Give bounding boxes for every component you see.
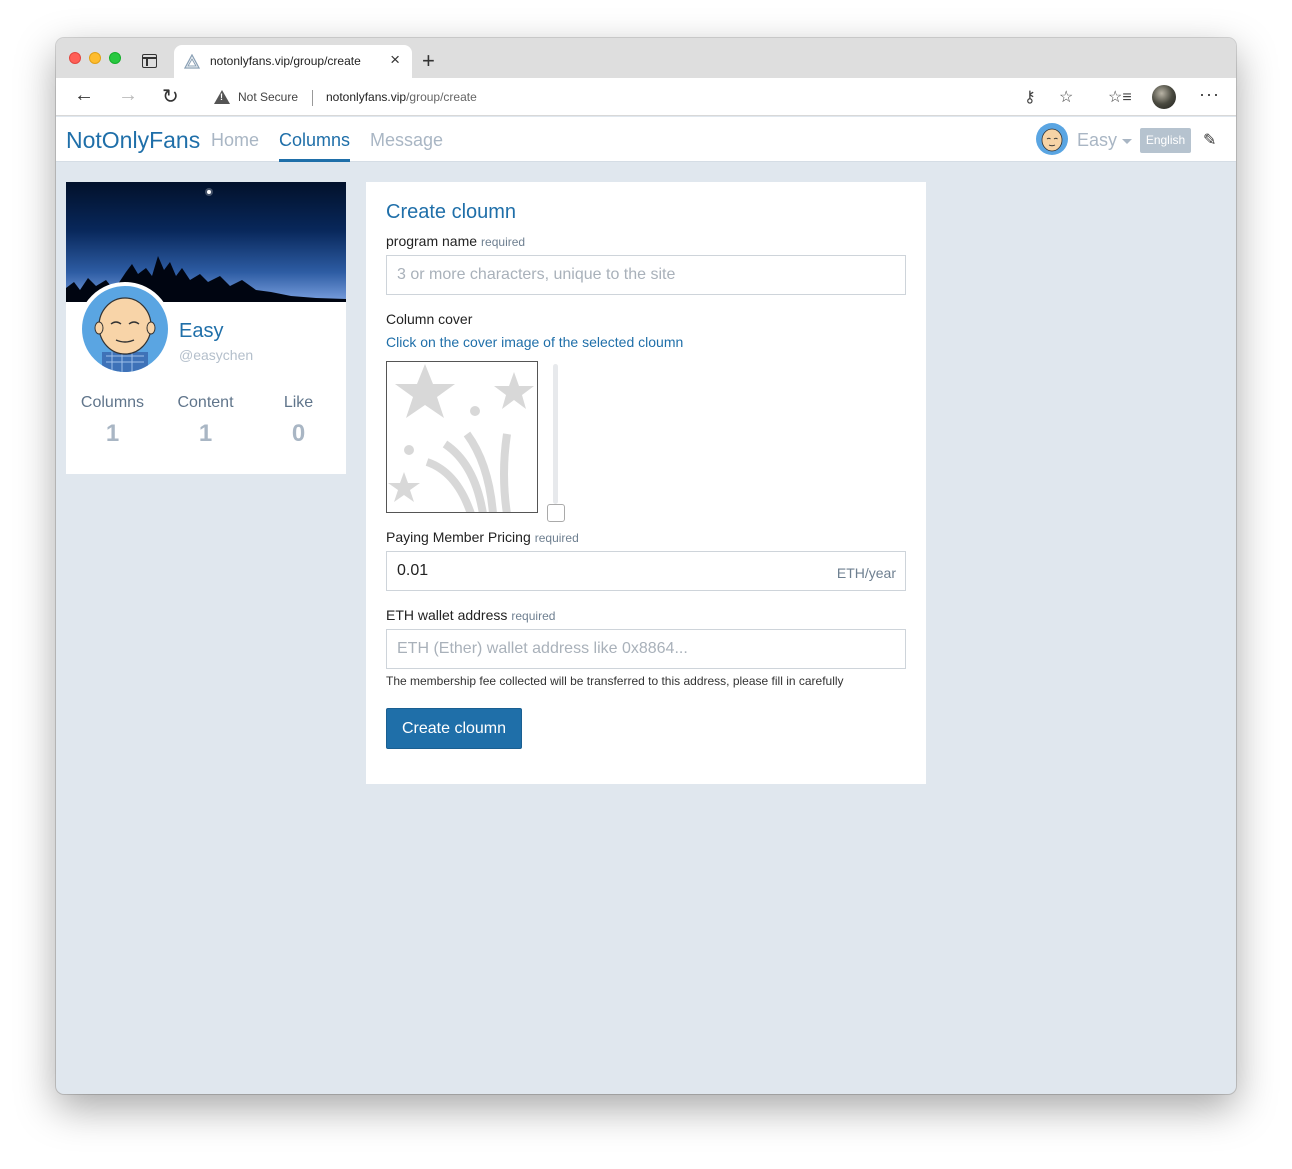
cover-scroll-thumb[interactable]: [547, 504, 565, 522]
stat-value: 1: [198, 420, 213, 447]
minimize-window-button[interactable]: [89, 52, 101, 64]
cover-image-option[interactable]: [386, 361, 538, 513]
app-navbar: NotOnlyFans Home Columns Message Easy En…: [56, 117, 1236, 162]
stat-content[interactable]: Content 1: [159, 394, 252, 448]
label-text: Paying Member Pricing: [386, 529, 531, 545]
fireworks-stars-icon: [388, 364, 534, 512]
url-path: /group/create: [406, 90, 477, 104]
profile-name[interactable]: Easy: [179, 320, 223, 343]
pricing-input[interactable]: [386, 551, 906, 591]
warning-icon: [214, 90, 230, 104]
cover-scroll-track[interactable]: [553, 364, 558, 504]
profile-card: Easy @easychen Columns 1 Content 1 Like …: [66, 182, 346, 474]
security-label: Not Secure: [238, 90, 299, 104]
column-cover-label: Column cover: [386, 311, 473, 327]
address-bar[interactable]: Not Secure notonlyfans.vip/group/create: [202, 82, 1062, 112]
create-column-button[interactable]: Create cloumn: [386, 708, 522, 749]
chevron-down-icon[interactable]: [1122, 139, 1132, 144]
active-nav-indicator: [279, 159, 350, 162]
key-icon[interactable]: ⚷: [1024, 87, 1036, 107]
stat-label: Content: [177, 394, 234, 411]
user-menu[interactable]: Easy: [1077, 130, 1117, 151]
cover-hint-link[interactable]: Click on the cover image of the selected…: [386, 334, 683, 350]
required-tag: required: [511, 609, 556, 623]
nav-link-message[interactable]: Message: [370, 130, 443, 151]
stat-like[interactable]: Like 0: [252, 394, 345, 448]
label-text: program name: [386, 233, 478, 249]
nav-link-home[interactable]: Home: [211, 130, 259, 151]
language-button[interactable]: English: [1140, 128, 1191, 153]
stat-label: Like: [283, 394, 314, 411]
user-avatar-image: [1041, 128, 1063, 152]
required-tag: required: [534, 531, 579, 545]
profile-avatar[interactable]: [78, 282, 172, 376]
address-divider: [312, 90, 313, 106]
stat-columns[interactable]: Columns 1: [66, 394, 159, 448]
back-icon[interactable]: ←: [74, 84, 94, 107]
site-favicon-icon: [184, 54, 200, 69]
new-tab-icon[interactable]: +: [422, 48, 435, 74]
program-name-input[interactable]: [386, 255, 906, 295]
wallet-label: ETH wallet address required: [386, 607, 555, 623]
label-text: ETH wallet address: [386, 607, 508, 623]
brand-logo[interactable]: NotOnlyFans: [66, 127, 200, 154]
pricing-unit: ETH/year: [836, 565, 896, 581]
wallet-address-input[interactable]: [386, 629, 906, 669]
url-text: notonlyfans.vip/group/create: [326, 90, 477, 104]
stat-value: 0: [291, 420, 306, 447]
nav-link-columns[interactable]: Columns: [279, 130, 350, 151]
browser-window: notonlyfans.vip/group/create × + ← → ↻ N…: [56, 38, 1236, 1094]
forward-icon[interactable]: →: [118, 84, 138, 107]
pricing-label: Paying Member Pricing required: [386, 529, 579, 545]
stat-label: Columns: [80, 394, 145, 411]
close-window-button[interactable]: [69, 52, 81, 64]
url-host: notonlyfans.vip: [326, 90, 407, 104]
pencil-icon[interactable]: ✎: [1203, 130, 1216, 150]
browser-tab[interactable]: notonlyfans.vip/group/create ×: [174, 45, 412, 78]
profile-handle: @easychen: [179, 347, 254, 363]
user-avatar[interactable]: [1036, 123, 1068, 155]
required-tag: required: [481, 235, 526, 249]
tab-close-icon[interactable]: ×: [390, 50, 400, 70]
wallet-helper-text: The membership fee collected will be tra…: [386, 674, 844, 688]
browser-profile-avatar[interactable]: [1152, 85, 1176, 109]
tab-title: notonlyfans.vip/group/create: [210, 54, 361, 68]
profile-avatar-image: [94, 297, 156, 372]
more-menu-icon[interactable]: ···: [1199, 84, 1220, 105]
create-column-form: Create cloumn program namerequired Colum…: [366, 182, 926, 784]
maximize-window-button[interactable]: [109, 52, 121, 64]
program-name-label: program name required: [386, 233, 525, 249]
tab-sidebar-icon[interactable]: [142, 54, 157, 68]
tab-bar: notonlyfans.vip/group/create × +: [56, 38, 1236, 78]
reload-icon[interactable]: ↻: [162, 84, 179, 109]
favorites-icon[interactable]: ☆≡: [1108, 87, 1132, 107]
stat-value: 1: [105, 420, 120, 447]
browser-toolbar: ← → ↻ Not Secure notonlyfans.vip/group/c…: [56, 78, 1236, 116]
add-favorite-icon[interactable]: ☆: [1059, 87, 1073, 107]
form-title: Create cloumn: [386, 201, 517, 223]
